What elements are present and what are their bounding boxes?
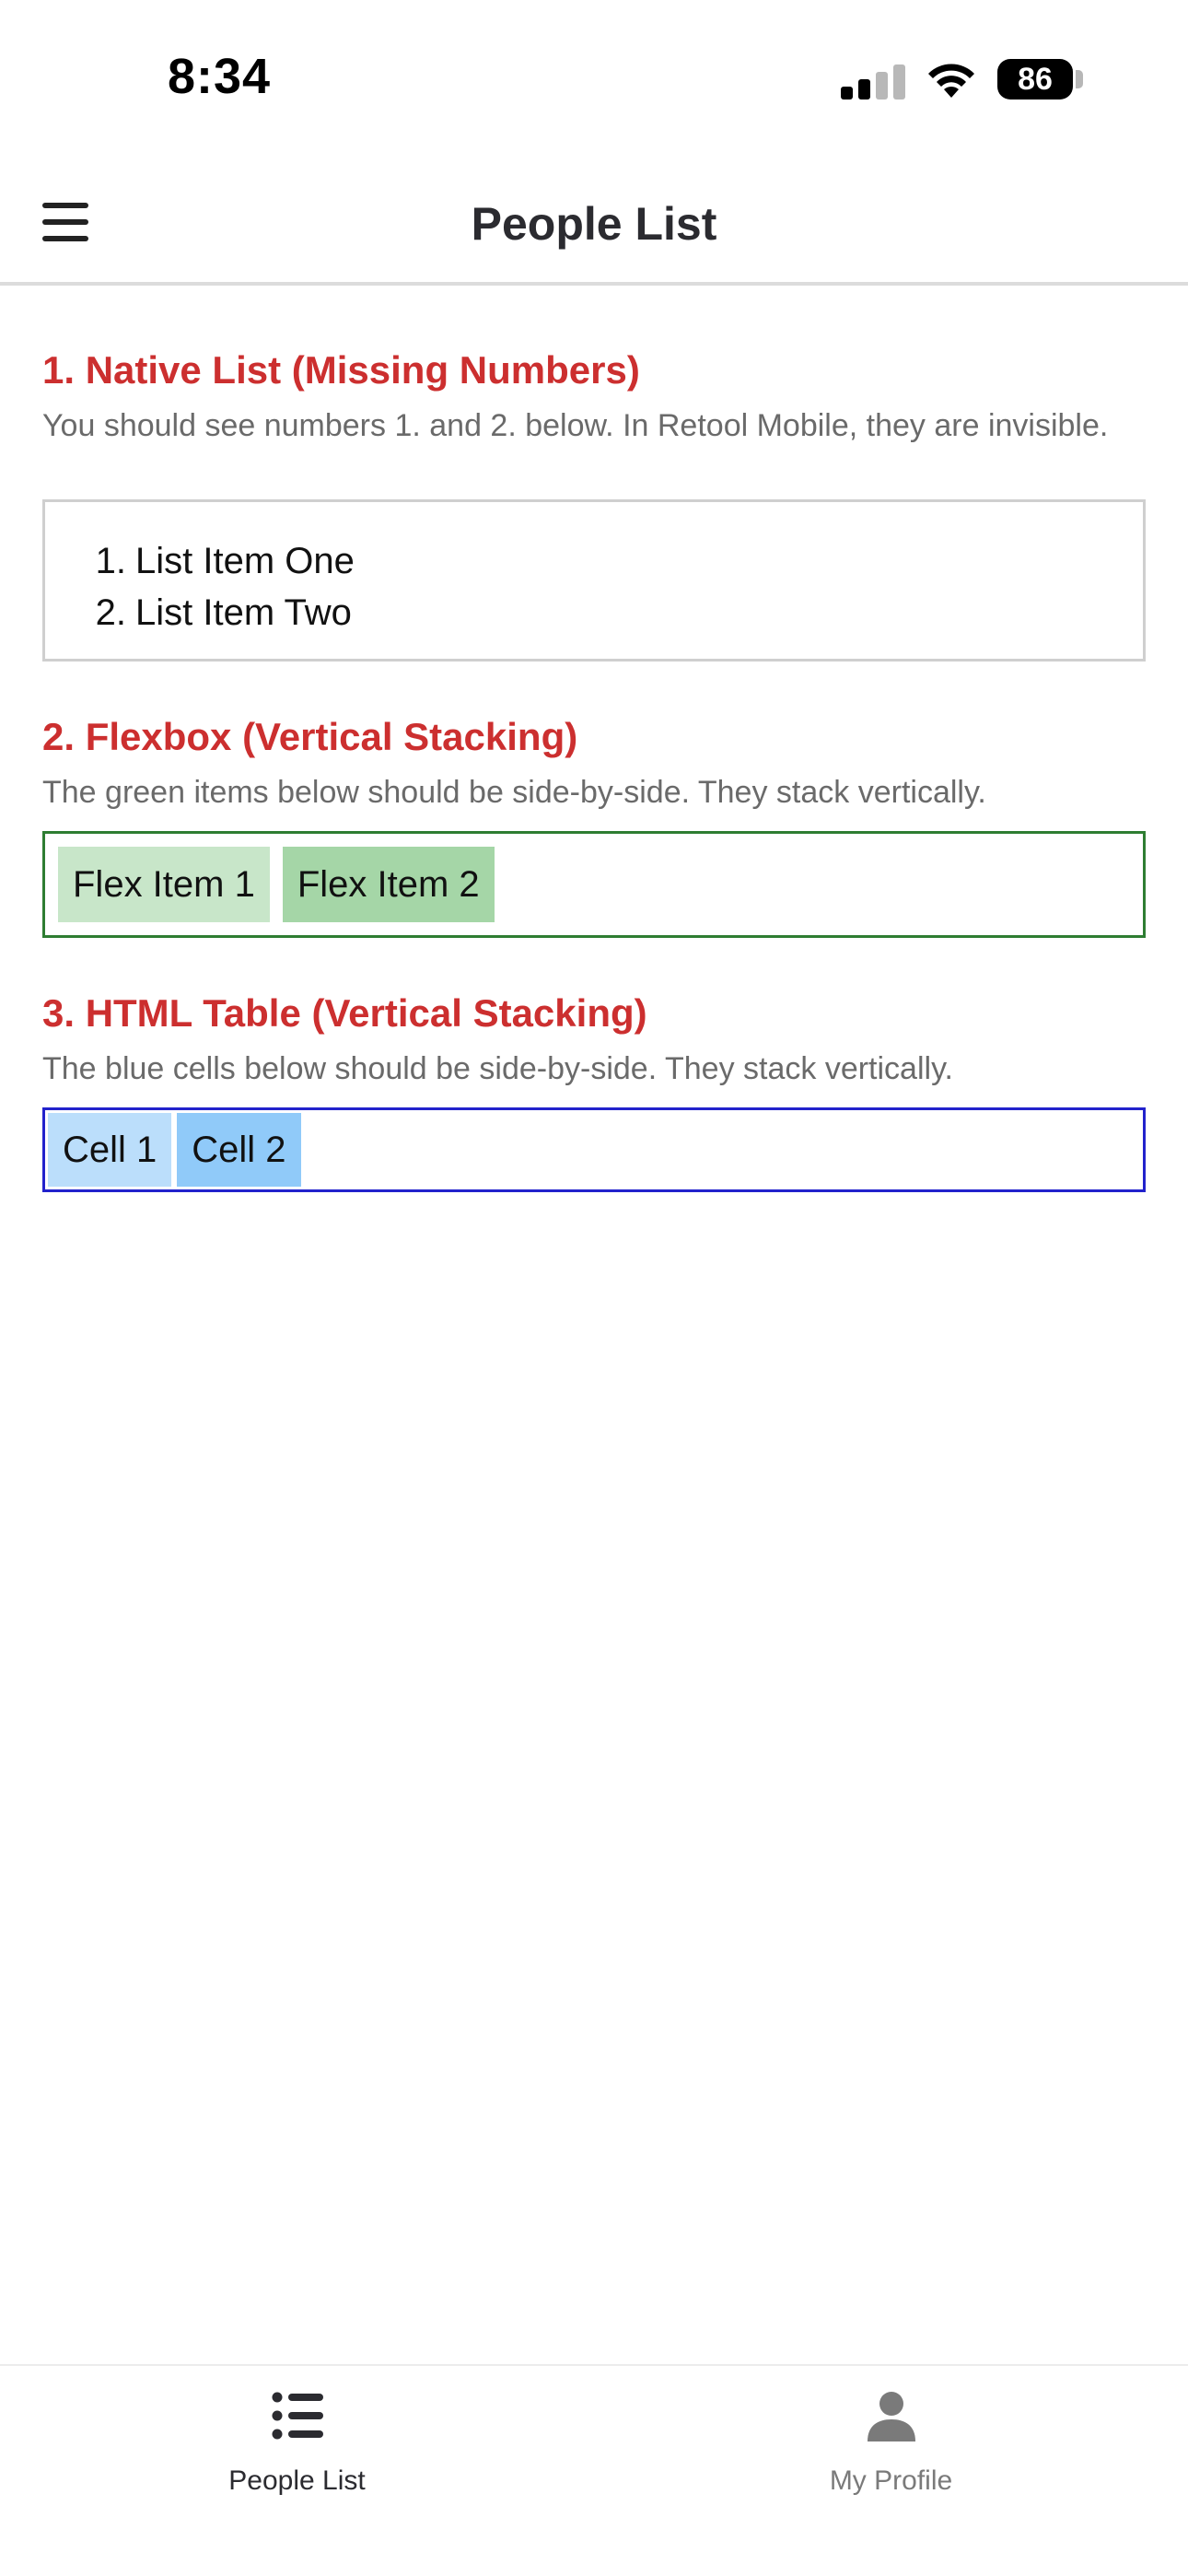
person-icon [867, 2392, 915, 2441]
section-html-table: 3. HTML Table (Vertical Stacking) The bl… [42, 991, 1146, 1192]
wifi-icon [928, 64, 974, 98]
tab-label: My Profile [829, 2465, 953, 2496]
table-cell-1: Cell 1 [48, 1113, 172, 1187]
flex-item-1: Flex Item 1 [58, 847, 270, 922]
battery-level: 86 [1018, 61, 1053, 97]
battery-icon: 86 [997, 59, 1073, 100]
html-table: Cell 1 Cell 2 [42, 1107, 1146, 1192]
section-description: The green items below should be side-by-… [42, 775, 986, 810]
list-icon [272, 2392, 323, 2440]
section-description: The blue cells below should be side-by-s… [42, 1051, 953, 1086]
tab-bar: People List My Profile [0, 2364, 1188, 2576]
section-title: 3. HTML Table (Vertical Stacking) [42, 991, 647, 1035]
status-time: 8:34 [168, 49, 272, 104]
screen: 8:34 86 People List 1. Native List (Miss… [0, 0, 1188, 2576]
tab-my-profile[interactable]: My Profile [594, 2366, 1188, 2576]
content: 1. Native List (Missing Numbers) You sho… [42, 286, 1146, 1192]
native-list-box: 1. List Item One 2. List Item Two [42, 499, 1146, 662]
page-title: People List [471, 198, 717, 250]
list-item: 1. List Item One [87, 535, 1143, 587]
section-title: 1. Native List (Missing Numbers) [42, 348, 640, 392]
list-item-label: List Item Two [135, 591, 352, 633]
list-item-number: 1. [95, 540, 126, 581]
tab-people-list[interactable]: People List [0, 2366, 594, 2576]
section-description: You should see numbers 1. and 2. below. … [42, 408, 1109, 443]
flex-container: Flex Item 1 Flex Item 2 [42, 831, 1146, 938]
section-flexbox: 2. Flexbox (Vertical Stacking) The green… [42, 715, 1146, 938]
list-item-number: 2. [95, 591, 126, 633]
section-title: 2. Flexbox (Vertical Stacking) [42, 715, 578, 758]
battery-cap [1076, 70, 1083, 88]
flex-item-2: Flex Item 2 [282, 847, 495, 922]
tab-label: People List [228, 2465, 366, 2496]
list-item-label: List Item One [135, 540, 355, 581]
status-bar: 8:34 86 [0, 0, 1188, 157]
table-cell-2: Cell 2 [177, 1113, 301, 1187]
cellular-signal-icon [841, 64, 905, 100]
list-item: 2. List Item Two [87, 587, 1143, 638]
nav-header: People List [0, 157, 1188, 286]
section-native-list: 1. Native List (Missing Numbers) You sho… [42, 348, 1146, 662]
